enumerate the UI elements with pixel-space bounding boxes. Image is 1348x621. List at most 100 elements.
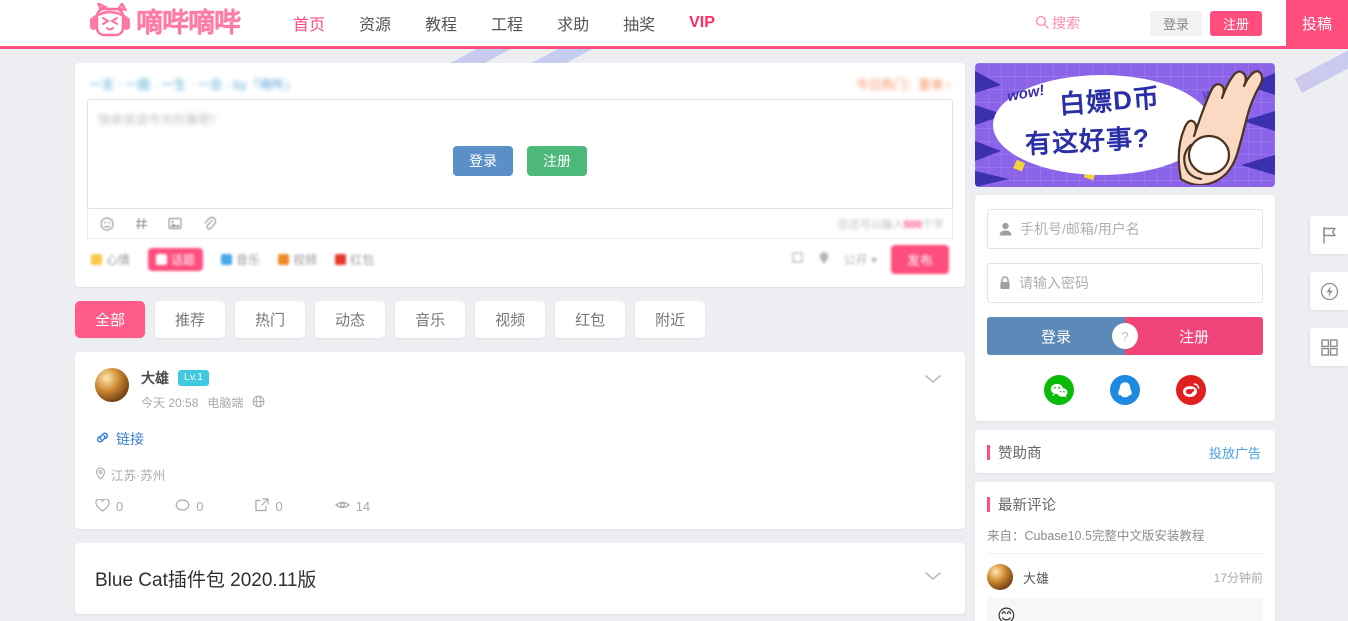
level-badge: Lv.1 bbox=[178, 370, 210, 386]
composer-textarea[interactable]: 快来说说今天的事吧！ 登录 注册 bbox=[87, 99, 953, 209]
char-counter: 您还可以输入500个字 bbox=[838, 216, 944, 232]
composer-placeholder: 快来说说今天的事吧！ bbox=[98, 113, 224, 127]
tab-nearby[interactable]: 附近 bbox=[635, 301, 706, 338]
post2-menu-chevron-down-icon[interactable] bbox=[923, 569, 943, 585]
qq-icon[interactable] bbox=[1110, 375, 1140, 405]
location-pin-icon[interactable] bbox=[818, 251, 830, 268]
feed-post: 大雄 Lv.1 今天 20:58 电脑端 链接 江苏·苏州 0 0 0 14 bbox=[75, 352, 965, 529]
tab-recommend[interactable]: 推荐 bbox=[155, 301, 226, 338]
post-user-row: 大雄 Lv.1 bbox=[141, 368, 265, 388]
comment-body: 😊 bbox=[987, 598, 1263, 621]
place-ad-link[interactable]: 投放广告 bbox=[1209, 443, 1261, 462]
lock-icon bbox=[999, 276, 1011, 290]
post-link[interactable]: 链接 bbox=[95, 429, 945, 449]
tab-music[interactable]: 音乐 bbox=[395, 301, 466, 338]
composer-slogan: 一言 · 一图 · 一生 · 一念 · by「嘀哔」 bbox=[89, 77, 297, 92]
user-icon bbox=[999, 222, 1012, 236]
tab-video[interactable]: 视频 bbox=[475, 301, 546, 338]
comment-avatar[interactable] bbox=[987, 564, 1013, 590]
post-meta: 大雄 Lv.1 今天 20:58 电脑端 bbox=[141, 368, 265, 411]
page-body: 一言 · 一图 · 一生 · 一念 · by「嘀哔」 今日热门：夏单 › 快来说… bbox=[0, 49, 1348, 621]
sidebar-register-button[interactable]: 注册 bbox=[1125, 317, 1263, 355]
emoji-icon[interactable] bbox=[96, 213, 118, 235]
share-button[interactable]: 0 bbox=[255, 498, 283, 515]
weibo-icon[interactable] bbox=[1176, 375, 1206, 405]
comment-button[interactable]: 0 bbox=[175, 498, 203, 515]
comment-bubble-icon bbox=[175, 498, 196, 515]
post-time-row: 今天 20:58 电脑端 bbox=[141, 394, 265, 411]
composer-send-button[interactable]: 发布 bbox=[890, 244, 949, 274]
tab-all[interactable]: 全部 bbox=[75, 301, 146, 338]
composer-auth-prompt: 登录 注册 bbox=[88, 146, 952, 176]
tab-dynamic[interactable]: 动态 bbox=[315, 301, 386, 338]
visibility-selector[interactable]: 公开 ▾ bbox=[844, 251, 877, 268]
username-input[interactable] bbox=[1020, 221, 1262, 237]
post-menu-chevron-down-icon[interactable] bbox=[923, 372, 943, 388]
nav-item-home[interactable]: 首页 bbox=[276, 0, 342, 49]
password-input[interactable] bbox=[1019, 275, 1262, 291]
visibility-label: 公开 bbox=[843, 252, 868, 267]
chip-redpacket[interactable]: 红包 bbox=[335, 251, 374, 268]
flag-icon[interactable] bbox=[1310, 216, 1348, 254]
eye-icon bbox=[334, 499, 356, 514]
globe-icon bbox=[252, 395, 265, 411]
draft-icon[interactable] bbox=[791, 251, 804, 267]
share-icon bbox=[255, 498, 275, 515]
composer-login-button[interactable]: 登录 bbox=[453, 146, 513, 176]
sidebar-ad-banner[interactable]: wow! wow! 白嫖D币 有这好事? bbox=[975, 63, 1275, 187]
counter-number: 500 bbox=[903, 218, 922, 231]
nav-item-help[interactable]: 求助 bbox=[540, 0, 606, 46]
avatar[interactable] bbox=[95, 368, 129, 402]
tab-hot[interactable]: 热门 bbox=[235, 301, 306, 338]
lightning-icon[interactable] bbox=[1310, 272, 1348, 310]
nav-item-projects[interactable]: 工程 bbox=[474, 0, 540, 46]
chip-mood[interactable]: 心情 bbox=[91, 251, 130, 268]
post-device: 电脑端 bbox=[207, 396, 244, 410]
right-floating-dock bbox=[1310, 216, 1348, 384]
wechat-icon[interactable] bbox=[1044, 375, 1074, 405]
composer-register-button[interactable]: 注册 bbox=[527, 146, 587, 176]
tab-redpacket[interactable]: 红包 bbox=[555, 301, 626, 338]
image-icon[interactable] bbox=[164, 213, 186, 235]
header-register-button[interactable]: 注册 bbox=[1210, 10, 1262, 36]
nav-item-resources[interactable]: 资源 bbox=[342, 0, 408, 46]
like-button[interactable]: 0 bbox=[95, 497, 123, 515]
sidebar-login-button[interactable]: 登录 bbox=[987, 317, 1125, 355]
ok-hand-icon bbox=[1151, 67, 1271, 187]
search-button[interactable]: 搜索 bbox=[1035, 13, 1080, 33]
header-login-button[interactable]: 登录 bbox=[1150, 10, 1202, 36]
header-submit-post-button[interactable]: 投稿 bbox=[1286, 0, 1348, 48]
logo-text: 嘀哔嘀哔 bbox=[136, 7, 241, 38]
chip-video[interactable]: 视频 bbox=[278, 251, 317, 268]
composer-footer-right: 公开 ▾ 发布 bbox=[791, 244, 949, 274]
post-username[interactable]: 大雄 bbox=[141, 368, 169, 388]
feed-post-2: Blue Cat插件包 2020.11版 bbox=[75, 543, 965, 614]
sponsor-title: 赞助商 bbox=[998, 446, 1042, 462]
comment-source[interactable]: 来自：Cubase10.5完整中文版安装教程 bbox=[987, 525, 1263, 554]
chip-music[interactable]: 音乐 bbox=[221, 251, 260, 268]
hash-icon[interactable] bbox=[130, 213, 152, 235]
composer-hot-topic[interactable]: 今日热门：夏单 › bbox=[856, 74, 951, 93]
username-field-row[interactable] bbox=[987, 209, 1263, 249]
post-header: 大雄 Lv.1 今天 20:58 电脑端 bbox=[95, 368, 945, 411]
nav-item-lottery[interactable]: 抽奖 bbox=[606, 0, 672, 46]
chevron-down-icon: ▾ bbox=[870, 252, 877, 267]
comment-username[interactable]: 大雄 bbox=[1023, 568, 1049, 587]
attachment-icon[interactable] bbox=[198, 213, 220, 235]
site-logo[interactable]: 嘀哔嘀哔 bbox=[88, 0, 241, 46]
latest-comments-header: 最新评论 bbox=[975, 482, 1275, 525]
post2-title[interactable]: Blue Cat插件包 2020.11版 bbox=[95, 565, 945, 592]
comment-timestamp: 17分钟前 bbox=[1213, 570, 1263, 585]
chip-topic[interactable]: 话题 bbox=[148, 247, 204, 271]
link-icon bbox=[95, 431, 116, 447]
post-location-label: 江苏·苏州 bbox=[111, 469, 166, 483]
comment-header-row: 大雄 17分钟前 bbox=[987, 554, 1263, 598]
nav-item-tutorials[interactable]: 教程 bbox=[408, 0, 474, 46]
login-help-button[interactable]: ? bbox=[1112, 323, 1138, 349]
grid-icon[interactable] bbox=[1310, 328, 1348, 366]
nav-item-vip[interactable]: VIP bbox=[672, 0, 732, 46]
search-label: 搜索 bbox=[1052, 15, 1080, 31]
post-link-label: 链接 bbox=[116, 431, 144, 447]
password-field-row[interactable] bbox=[987, 263, 1263, 303]
cat-mascot-headphones-icon bbox=[88, 1, 132, 43]
